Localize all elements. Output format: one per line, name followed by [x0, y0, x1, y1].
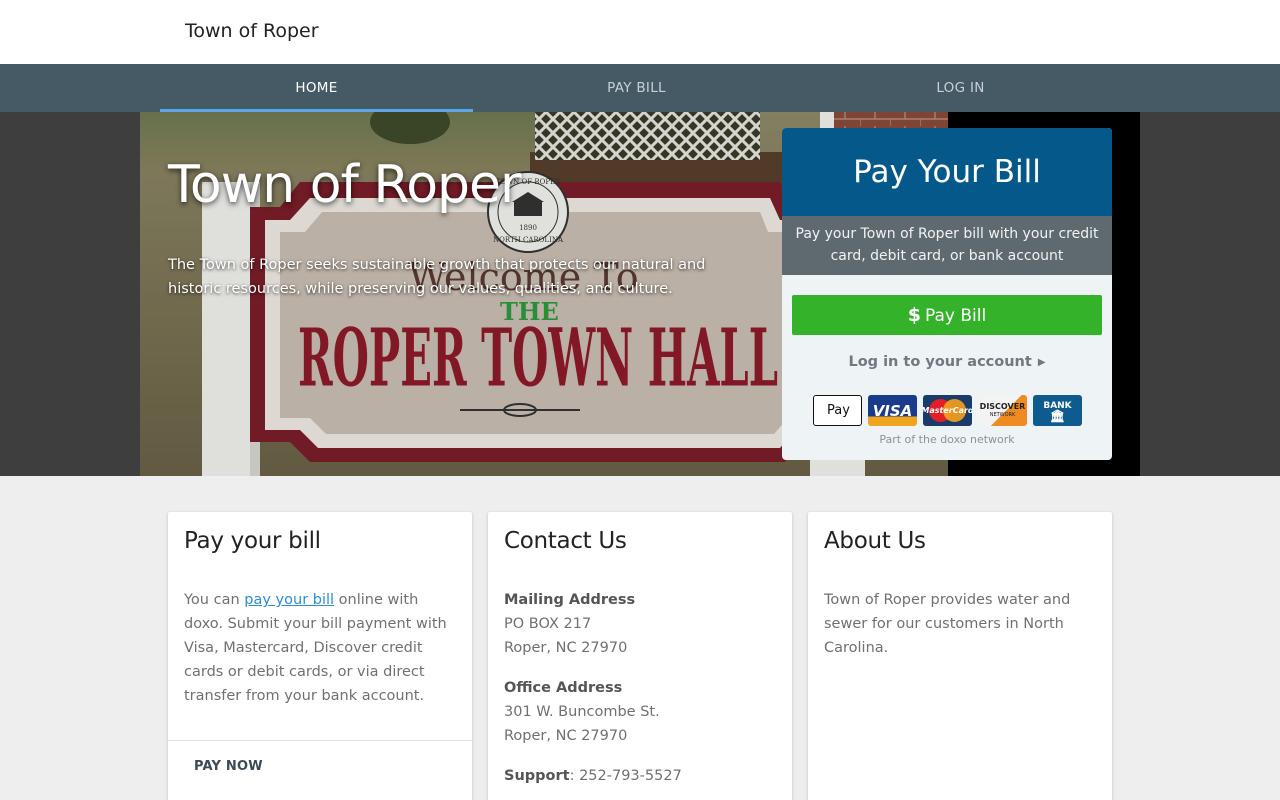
mailing-address-line1: PO BOX 217: [504, 616, 592, 632]
pay-bill-widget: Pay Your Bill Pay your Town of Roper bil…: [782, 128, 1112, 460]
pay-bill-card-text: You can pay your bill online with doxo. …: [184, 592, 447, 704]
pay-your-bill-link[interactable]: pay your bill: [244, 592, 334, 608]
support-phone: : 252-793-5527: [569, 768, 682, 784]
card-divider: [168, 740, 472, 741]
arrow-right-icon: ▶: [1037, 357, 1046, 368]
bank-building-icon: 🏛: [1049, 408, 1066, 423]
contact-card-title: Contact Us: [504, 528, 627, 554]
office-address-label: Office Address: [504, 680, 623, 696]
mastercard-icon: MasterCard: [923, 395, 972, 426]
pay-now-button[interactable]: PAY NOW: [194, 759, 263, 774]
pay-bill-card: Pay your bill You can pay your bill onli…: [168, 512, 472, 800]
discover-icon: DISCOVER NETWORK: [978, 395, 1027, 426]
site-title[interactable]: Town of Roper: [185, 20, 319, 42]
top-header: Town of Roper: [0, 0, 1280, 64]
contact-card: Contact Us Mailing Address PO BOX 217 Ro…: [488, 512, 792, 800]
network-note: Part of the doxo network: [879, 433, 1015, 446]
office-address-line1: 301 W. Buncombe St.: [504, 704, 660, 720]
hero-description: The Town of Roper seeks sustainable grow…: [168, 257, 706, 297]
pay-bill-button[interactable]: $ Pay Bill: [792, 295, 1102, 335]
mailing-address-label: Mailing Address: [504, 592, 636, 608]
about-card: About Us Town of Roper provides water an…: [808, 512, 1112, 800]
widget-subtitle: Pay your Town of Roper bill with your cr…: [782, 216, 1112, 275]
support-label: Support: [504, 768, 570, 784]
about-card-title: About Us: [824, 528, 926, 554]
widget-title: Pay Your Bill: [782, 128, 1112, 216]
tab-pay-bill[interactable]: PAY BILL: [480, 64, 793, 112]
visa-icon: VISA: [868, 395, 917, 426]
hero-title: Town of Roper: [168, 155, 521, 215]
mailing-address-line2: Roper, NC 27970: [504, 640, 628, 656]
office-address-line2: Roper, NC 27970: [504, 728, 628, 744]
apple-pay-icon: Pay: [813, 395, 862, 426]
tab-log-in[interactable]: LOG IN: [804, 64, 1117, 112]
tab-home[interactable]: HOME: [160, 64, 473, 112]
pay-bill-card-title: Pay your bill: [184, 528, 321, 554]
payment-methods: Pay VISA MasterCard DISCOVER NETWORK BANK…: [813, 395, 1082, 426]
contact-card-text: Mailing Address PO BOX 217 Roper, NC 279…: [504, 588, 779, 788]
dollar-icon: $: [907, 304, 922, 326]
about-card-text: Town of Roper provides water and sewer f…: [824, 592, 1071, 656]
login-link[interactable]: Log in to your account ▶: [782, 354, 1112, 370]
main-nav: HOME PAY BILL LOG IN: [0, 64, 1280, 112]
bank-icon: BANK 🏛: [1033, 395, 1082, 426]
login-link-label: Log in to your account: [848, 354, 1032, 370]
pay-bill-button-label: Pay Bill: [925, 306, 987, 326]
